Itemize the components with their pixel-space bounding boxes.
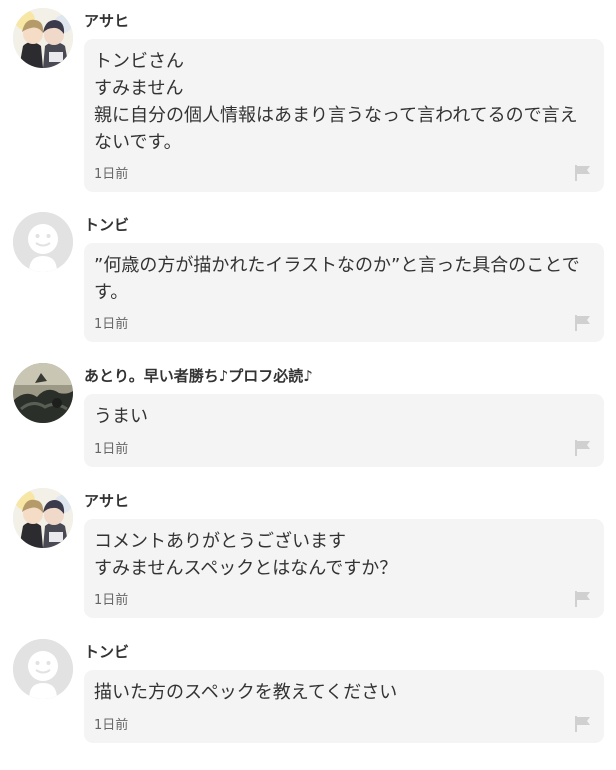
avatar[interactable] [13, 488, 73, 548]
report-flag-icon[interactable] [575, 315, 590, 331]
comment-item: トンビ 描いた方のスペックを教えてください 1日前 [0, 639, 616, 749]
comment-bubble: 描いた方のスペックを教えてください 1日前 [84, 670, 604, 743]
comment-time: 1日前 [94, 593, 129, 608]
comment-time: 1日前 [94, 442, 129, 457]
comment-author[interactable]: アサヒ [84, 490, 129, 511]
comment-text: うまい [94, 406, 148, 427]
report-flag-icon[interactable] [575, 716, 590, 732]
comment-text: 描いた方のスペックを教えてください [94, 682, 398, 703]
report-flag-icon[interactable] [575, 165, 590, 181]
comment-time: 1日前 [94, 317, 129, 332]
comment-author[interactable]: トンビ [84, 641, 129, 662]
comment-bubble: うまい 1日前 [84, 394, 604, 467]
avatar[interactable] [13, 8, 73, 68]
comment-item: あとり。早い者勝ち♪プロフ必読♪ うまい 1日前 [0, 363, 616, 469]
comment-time: 1日前 [94, 718, 129, 733]
comment-author[interactable]: あとり。早い者勝ち♪プロフ必読♪ [84, 365, 313, 386]
default-avatar-icon [13, 212, 73, 272]
comment-item: トンビ ”何歳の方が描かれたイラストなのか”と言った具合のことです。 1日前 [0, 212, 616, 344]
report-flag-icon[interactable] [575, 591, 590, 607]
avatar[interactable] [13, 363, 73, 423]
default-avatar-icon [13, 639, 73, 699]
avatar[interactable] [13, 212, 73, 272]
comment-author[interactable]: トンビ [84, 214, 129, 235]
comment-bubble: コメントありがとうございます すみませんスペックとはなんですか？ 1日前 [84, 519, 604, 618]
comment-text: ”何歳の方が描かれたイラストなのか”と言った具合のことです。 [94, 255, 580, 303]
comment-item: アサヒ トンビさん すみません 親に自分の個人情報はあまり言うなって言われてるの… [0, 8, 616, 194]
avatar[interactable] [13, 639, 73, 699]
comment-bubble: トンビさん すみません 親に自分の個人情報はあまり言うなって言われてるので言えな… [84, 39, 604, 192]
comment-text: コメントありがとうございます すみませんスペックとはなんですか？ [94, 531, 398, 579]
comment-bubble: ”何歳の方が描かれたイラストなのか”と言った具合のことです。 1日前 [84, 243, 604, 342]
report-flag-icon[interactable] [575, 440, 590, 456]
comment-item: アサヒ コメントありがとうございます すみませんスペックとはなんですか？ 1日前 [0, 488, 616, 620]
comment-text: トンビさん すみません 親に自分の個人情報はあまり言うなって言われてるので言えな… [94, 51, 578, 153]
comment-time: 1日前 [94, 167, 129, 182]
comment-author[interactable]: アサヒ [84, 10, 129, 31]
